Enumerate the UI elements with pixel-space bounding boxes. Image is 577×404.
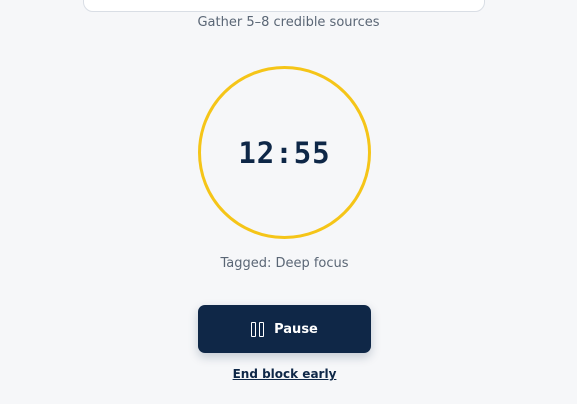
pause-icon: [251, 321, 265, 337]
timer-countdown: 12:55: [238, 135, 331, 170]
timer-ring: 12:55: [198, 66, 371, 239]
task-subtitle: Gather 5–8 credible sources: [197, 15, 380, 30]
pause-button[interactable]: Pause: [198, 305, 371, 353]
pause-icon-bar-right: [259, 321, 265, 337]
session-tag: Tagged: Deep focus: [220, 256, 349, 271]
task-card: [83, 0, 485, 12]
pause-icon-bar-left: [251, 321, 257, 337]
focus-timer-page: Gather 5–8 credible sources 12:55 Tagged…: [0, 0, 577, 404]
end-block-early-link[interactable]: End block early: [0, 367, 569, 381]
pause-button-label: Pause: [274, 321, 318, 337]
